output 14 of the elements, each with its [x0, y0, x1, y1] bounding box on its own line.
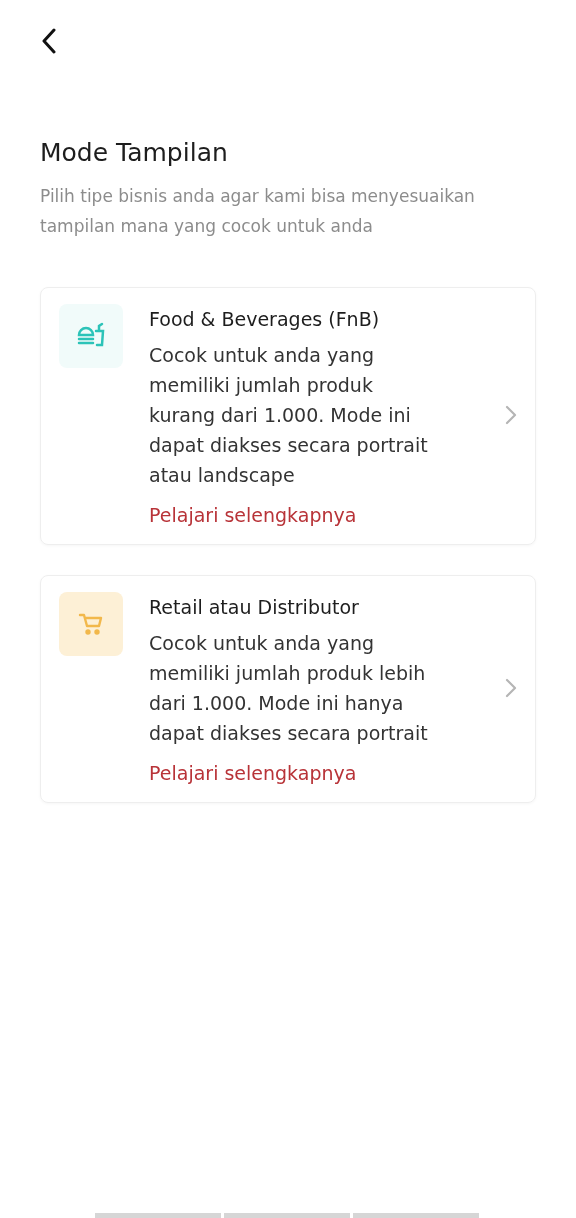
mode-description: Cocok untuk anda yang memiliki jumlah produk kurang dari 1.000. Mode ini dapat diakses secara portrait atau landscape [149, 343, 429, 488]
mode-name: Retail atau Distributor [149, 596, 360, 618]
mode-description: Cocok untuk anda yang memiliki jumlah produk lebih dari 1.000. Mode ini hanya dapat diakses secara portrait [149, 631, 429, 746]
cart-icon [78, 611, 104, 637]
chevron-right-icon [505, 405, 517, 425]
page-subtitle: Pilih tipe bisnis anda agar kami bisa menyesuaikan tampilan mana yang cocok untuk anda [40, 185, 476, 238]
learn-more-link[interactable]: Pelajari selengkapnya [149, 762, 479, 784]
mode-name: Food & Beverages (FnB) [149, 308, 381, 330]
page-title: Mode Tampilan [40, 138, 229, 167]
chevron-right-icon [505, 678, 517, 698]
mode-card[interactable]: Food & Beverages (FnB) Cocok untuk anda yang memiliki jumlah produk kurang dari 1.000. Mode ini dapat diakses secara portrait atau landscape Pelajari selengkapnya [40, 287, 536, 545]
learn-more-link[interactable]: Pelajari selengkapnya [149, 504, 479, 526]
mode-card[interactable]: Retail atau Distributor Cocok untuk anda yang memiliki jumlah produk lebih dari 1.000. Mode ini hanya dapat diakses secara portrait Pelajari selengkapnya [40, 575, 536, 803]
back-icon [41, 28, 57, 54]
